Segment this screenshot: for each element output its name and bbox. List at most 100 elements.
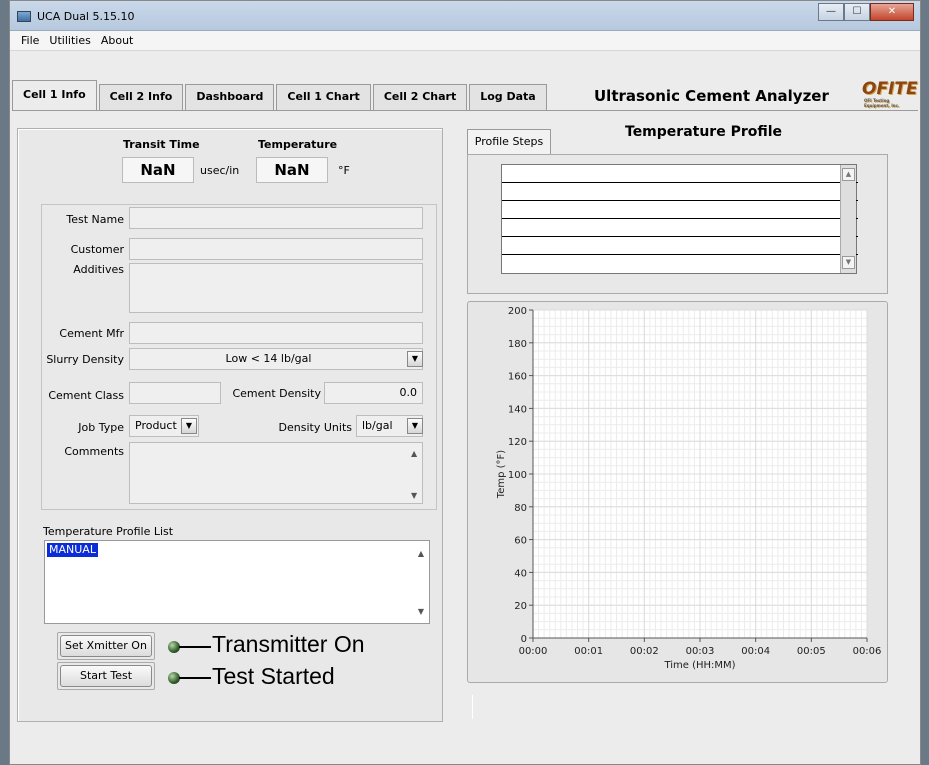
y-tick-label: 40	[514, 568, 527, 579]
x-tick-label: 00:00	[519, 646, 548, 657]
app-icon	[17, 11, 31, 22]
set-xmitter-button[interactable]: Set Xmitter On	[60, 635, 152, 657]
test-name-field[interactable]	[129, 207, 423, 229]
tab-cell2-info[interactable]: Cell 2 Info	[98, 84, 184, 110]
tab-cell1-chart[interactable]: Cell 1 Chart	[276, 84, 371, 110]
minimize-button[interactable]: —	[818, 3, 844, 21]
temperature-label: Temperature	[258, 138, 338, 151]
transit-time-readout: NaN	[122, 157, 194, 183]
temperature-unit: °F	[338, 164, 350, 177]
menu-bar: File Utilities About	[10, 31, 920, 51]
y-tick-label: 100	[508, 470, 527, 481]
scroll-down-icon[interactable]: ▼	[842, 256, 855, 269]
cursor-marker	[472, 695, 473, 719]
transmitter-indicator-line	[179, 646, 211, 648]
profile-list-item-manual[interactable]: MANUAL	[47, 543, 98, 557]
profile-list-label: Temperature Profile List	[43, 525, 174, 538]
scroll-up-icon[interactable]: ▲	[418, 549, 424, 558]
close-button[interactable]: ✕	[870, 3, 914, 21]
table-row	[502, 182, 858, 183]
tab-profile-steps[interactable]: Profile Steps	[467, 129, 551, 155]
tab-cell1-info[interactable]: Cell 1 Info	[12, 80, 97, 110]
additives-label: Additives	[73, 263, 124, 276]
comments-field[interactable]	[129, 442, 423, 504]
x-axis-label: Time (HH:MM)	[663, 660, 735, 671]
start-test-button[interactable]: Start Test	[60, 665, 152, 687]
tab-divider	[12, 110, 918, 111]
tab-cell2-chart[interactable]: Cell 2 Chart	[372, 84, 468, 110]
table-row	[502, 236, 858, 237]
temperature-profile-title: Temperature Profile	[625, 124, 783, 140]
x-tick-label: 00:04	[741, 646, 770, 657]
test-name-label: Test Name	[66, 213, 124, 226]
temperature-readout: NaN	[256, 157, 328, 183]
cement-mfr-field[interactable]	[129, 322, 423, 344]
title-bar: UCA Dual 5.15.10 — ☐ ✕	[10, 1, 920, 31]
window-controls: — ☐ ✕	[818, 3, 914, 21]
customer-label: Customer	[70, 243, 124, 256]
tab-dashboard[interactable]: Dashboard	[185, 84, 275, 110]
cement-mfr-label: Cement Mfr	[59, 327, 124, 340]
window-title: UCA Dual 5.15.10	[37, 10, 135, 23]
x-tick-label: 00:02	[630, 646, 659, 657]
table-row	[502, 200, 858, 201]
temperature-chart[interactable]: 0 20 40 60 80 100 120 140 160 180 200 00:00 00:01 00:…	[468, 302, 889, 684]
x-tick-label: 00:01	[574, 646, 603, 657]
density-units-dropdown-icon[interactable]: ▼	[407, 418, 423, 434]
additives-field[interactable]	[129, 263, 423, 313]
cement-class-label: Cement Class	[48, 389, 124, 402]
y-axis-label: Temp (°F)	[496, 450, 507, 499]
profile-steps-panel: ▲ ▼	[467, 154, 888, 294]
table-row	[502, 218, 858, 219]
x-tick-label: 00:03	[686, 646, 715, 657]
menu-about[interactable]: About	[96, 34, 139, 47]
x-tick-label: 00:05	[797, 646, 826, 657]
profile-steps-table[interactable]: ▲ ▼	[501, 164, 858, 274]
job-type-dropdown-icon[interactable]: ▼	[181, 418, 197, 434]
scroll-up-icon[interactable]: ▲	[842, 168, 855, 181]
scroll-down-icon[interactable]: ▼	[411, 491, 417, 500]
menu-file[interactable]: File	[16, 34, 44, 47]
y-tick-label: 160	[508, 372, 527, 383]
scroll-up-icon[interactable]: ▲	[411, 449, 417, 458]
logo-tagline: OFI Testing Equipment, Inc.	[864, 98, 900, 108]
y-tick-label: 180	[508, 339, 527, 350]
comments-label: Comments	[64, 445, 124, 458]
app-heading: Ultrasonic Cement Analyzer	[594, 87, 829, 105]
density-units-label: Density Units	[278, 421, 352, 434]
tab-log-data[interactable]: Log Data	[469, 84, 547, 110]
ofite-logo: OFITE OFI Testing Equipment, Inc.	[862, 79, 918, 108]
menu-utilities[interactable]: Utilities	[44, 34, 95, 47]
cement-density-label: Cement Density	[232, 387, 321, 400]
transmitter-on-label: Transmitter On	[212, 631, 365, 657]
y-tick-label: 120	[508, 437, 527, 448]
test-started-indicator-line	[179, 677, 211, 679]
cell-info-panel: Transit Time NaN usec/in Temperature NaN…	[17, 128, 443, 722]
cement-density-field[interactable]: 0.0	[324, 382, 423, 404]
main-tabs: Cell 1 Info Cell 2 Info Dashboard Cell 1…	[12, 80, 549, 110]
slurry-density-label: Slurry Density	[46, 353, 124, 366]
profile-list[interactable]: MANUAL ▲ ▼	[44, 540, 430, 624]
y-tick-label: 80	[514, 503, 527, 514]
temperature-chart-panel: 0 20 40 60 80 100 120 140 160 180 200 00:00 00:01 00:…	[467, 301, 888, 683]
y-tick-label: 200	[508, 306, 527, 317]
cement-class-field[interactable]	[129, 382, 221, 404]
table-row	[502, 254, 858, 255]
transit-time-label: Transit Time	[123, 138, 200, 151]
test-started-label: Test Started	[212, 663, 335, 689]
y-tick-label: 0	[521, 634, 527, 645]
transit-time-unit: usec/in	[200, 164, 240, 177]
job-type-label: Job Type	[78, 421, 124, 434]
y-tick-label: 20	[514, 601, 527, 612]
maximize-button[interactable]: ☐	[844, 3, 870, 21]
logo-text: OFITE	[862, 79, 918, 99]
x-tick-label: 00:06	[853, 646, 882, 657]
scroll-down-icon[interactable]: ▼	[418, 607, 424, 616]
test-info-form: Test Name Customer Additives Cement Mfr …	[41, 204, 437, 510]
y-tick-label: 60	[514, 536, 527, 547]
slurry-density-select[interactable]: Low < 14 lb/gal	[129, 348, 423, 370]
steps-scrollbar[interactable]: ▲ ▼	[840, 165, 856, 273]
y-tick-label: 140	[508, 404, 527, 415]
slurry-density-dropdown-icon[interactable]: ▼	[407, 351, 423, 367]
customer-field[interactable]	[129, 238, 423, 260]
